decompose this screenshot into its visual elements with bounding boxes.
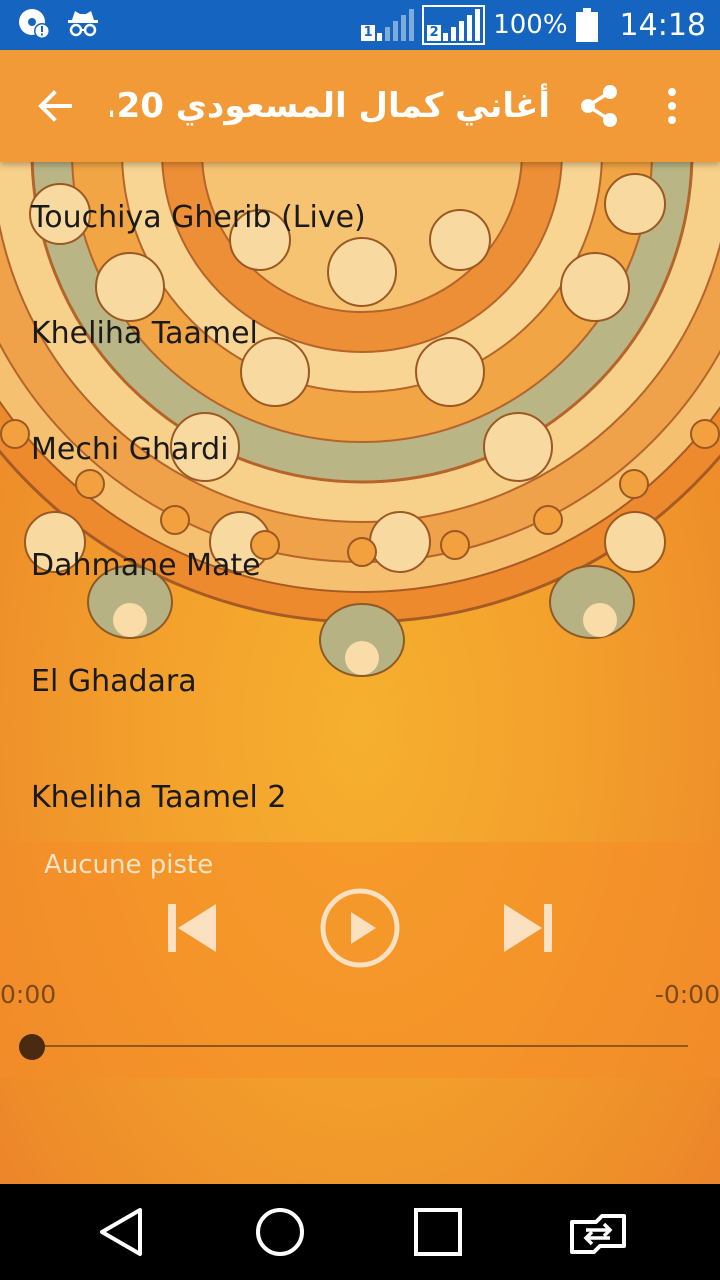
skip-previous-icon xyxy=(168,904,216,952)
track-item[interactable]: Kheliha Taamel xyxy=(0,278,720,394)
elapsed-time: 0:00 xyxy=(0,980,57,1009)
track-item[interactable]: Mechi Ghardi xyxy=(0,394,720,510)
share-icon xyxy=(581,85,617,127)
signal-sim2-icon: 2 xyxy=(422,5,486,45)
more-vert-icon xyxy=(668,88,676,124)
track-title: Dahmane Mate xyxy=(31,548,261,583)
track-item[interactable]: Dahmane Mate xyxy=(0,510,720,626)
track-item[interactable]: El Ghadara xyxy=(0,626,720,742)
now-playing-label: Aucune piste xyxy=(44,850,214,880)
nav-back-button[interactable] xyxy=(92,1202,152,1262)
share-button[interactable] xyxy=(570,76,630,136)
play-icon xyxy=(320,888,400,968)
previous-track-button[interactable] xyxy=(164,900,220,956)
home-circle-icon xyxy=(256,1208,304,1256)
track-title: Touchiya Gherib (Live) xyxy=(31,200,366,235)
content-area: Touchiya Gherib (Live) Kheliha Taamel Me… xyxy=(0,162,720,1184)
nav-recents-button[interactable] xyxy=(408,1202,468,1262)
incognito-icon xyxy=(66,8,100,42)
switch-app-icon xyxy=(570,1214,626,1254)
status-bar: 1 2 100% 14:18 xyxy=(0,0,720,50)
nav-home-button[interactable] xyxy=(250,1202,310,1262)
app-bar: أغاني كمال المسعودي 20... xyxy=(0,50,720,162)
player-panel: Aucune piste 0:00 -0:00 xyxy=(0,842,720,1078)
track-title: Kheliha Taamel 2 xyxy=(31,780,287,815)
back-button[interactable] xyxy=(26,76,86,136)
nav-switch-app-button[interactable] xyxy=(566,1202,626,1262)
seek-thumb[interactable] xyxy=(19,1034,45,1060)
arrow-left-icon xyxy=(38,90,72,122)
signal-sim1-icon: 1 xyxy=(361,9,415,41)
play-button[interactable] xyxy=(318,886,402,970)
battery-icon xyxy=(575,8,598,42)
seek-bar[interactable] xyxy=(32,1045,688,1047)
battery-percent: 100% xyxy=(493,10,568,40)
page-title: أغاني كمال المسعودي 20... xyxy=(110,86,550,126)
track-title: El Ghadara xyxy=(31,664,197,699)
sim1-label: 1 xyxy=(361,25,376,41)
track-item[interactable]: Kheliha Taamel 2 xyxy=(0,742,720,858)
clock: 14:18 xyxy=(619,7,706,43)
back-triangle-icon xyxy=(100,1208,142,1256)
navigation-bar xyxy=(0,1184,720,1280)
skip-next-icon xyxy=(504,904,552,952)
media-notification-icon xyxy=(18,6,52,44)
track-title: Kheliha Taamel xyxy=(31,316,258,351)
sim2-label: 2 xyxy=(427,25,442,41)
recents-square-icon xyxy=(414,1208,462,1256)
more-options-button[interactable] xyxy=(648,76,696,136)
track-item[interactable]: Touchiya Gherib (Live) xyxy=(0,162,720,278)
next-track-button[interactable] xyxy=(500,900,556,956)
track-title: Mechi Ghardi xyxy=(31,432,229,467)
remaining-time: -0:00 xyxy=(654,980,720,1009)
